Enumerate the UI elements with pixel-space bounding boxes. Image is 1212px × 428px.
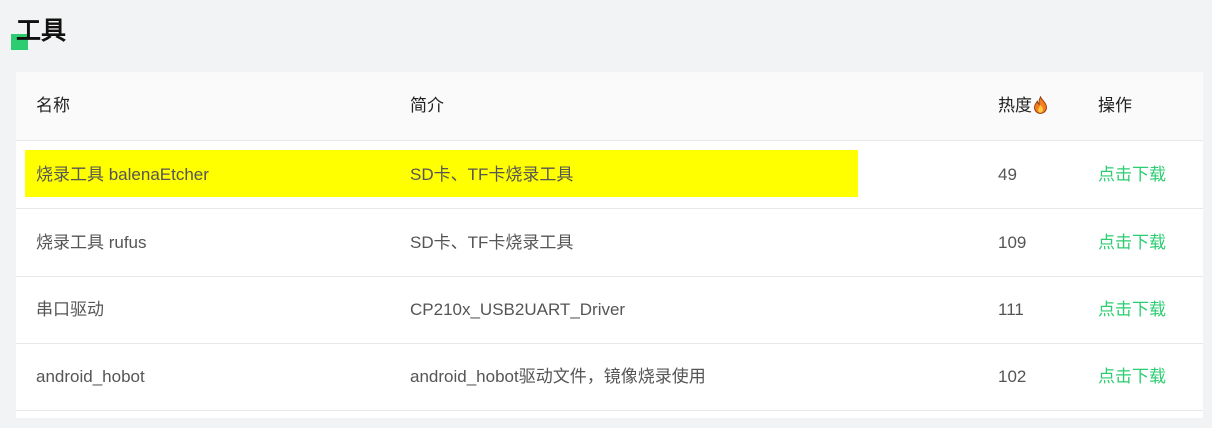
row-description: SD卡、TF卡烧录工具 <box>410 233 574 252</box>
download-link[interactable]: 点击下载 <box>1098 209 1166 276</box>
fire-icon <box>1034 96 1047 114</box>
row-heat: 111 <box>998 300 1024 319</box>
header-action: 操作 <box>1098 96 1132 115</box>
table-header: 名称 简介 热度 操作 <box>16 72 1203 141</box>
header-heat: 热度 <box>998 72 1048 140</box>
row-heat: 49 <box>998 165 1017 184</box>
row-description: android_hobot驱动文件，镜像烧录使用 <box>410 367 706 386</box>
row-name: android_hobot <box>36 367 145 386</box>
row-heat: 102 <box>998 367 1027 386</box>
header-heat-label: 热度 <box>998 96 1032 115</box>
table-row: android_hobot android_hobot驱动文件，镜像烧录使用 1… <box>16 343 1203 411</box>
download-link[interactable]: 点击下载 <box>1098 343 1166 410</box>
row-name: 串口驱动 <box>36 300 104 319</box>
header-description: 简介 <box>410 96 444 115</box>
download-link[interactable]: 点击下载 <box>1098 276 1166 343</box>
table-row: 串口驱动 CP210x_USB2UART_Driver 111 点击下载 <box>16 276 1203 344</box>
section-title-text: 工具 <box>16 17 67 45</box>
row-name: 烧录工具 balenaEtcher <box>36 165 209 184</box>
table-row: 烧录工具 balenaEtcher SD卡、TF卡烧录工具 49 点击下载 <box>16 141 1203 209</box>
tools-table: 名称 简介 热度 操作 烧录工具 balenaEtcher SD卡、TF卡烧录工… <box>16 72 1203 418</box>
table-row: 烧录工具 rufus SD卡、TF卡烧录工具 109 点击下载 <box>16 209 1203 277</box>
section-title: 工具 <box>16 14 66 48</box>
row-heat: 109 <box>998 233 1027 252</box>
row-name: 烧录工具 rufus <box>36 233 147 252</box>
download-link[interactable]: 点击下载 <box>1098 141 1166 208</box>
row-description: SD卡、TF卡烧录工具 <box>410 165 574 184</box>
row-description: CP210x_USB2UART_Driver <box>410 300 626 319</box>
header-name: 名称 <box>36 96 70 115</box>
